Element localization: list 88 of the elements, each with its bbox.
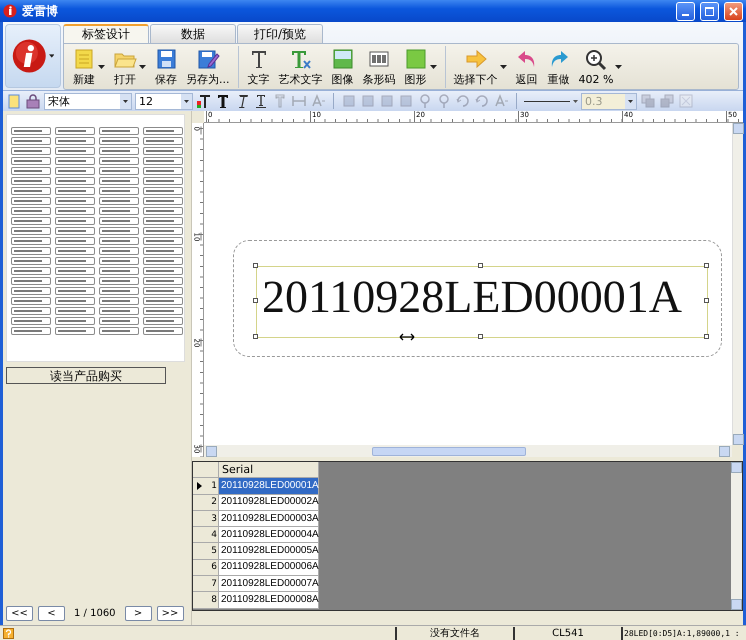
resize-handle[interactable] (253, 334, 258, 339)
ribbon-button[interactable]: 保存 (150, 46, 182, 86)
resize-handle[interactable] (704, 298, 709, 303)
label-text[interactable]: 20110928LED00001A (262, 266, 682, 328)
table-cell[interactable]: 20110928LED00006A (219, 560, 319, 576)
row-number: 4 (193, 527, 219, 544)
printer-status: CL541 (513, 626, 621, 640)
table-cell[interactable]: 20110928LED00003A (219, 510, 319, 528)
ribbon-button[interactable]: 打开 (109, 46, 150, 86)
send-back-icon[interactable] (659, 93, 675, 109)
bring-front-icon[interactable] (640, 93, 656, 109)
ribbon-button[interactable]: 艺术文字 (274, 46, 326, 86)
table-cell[interactable]: 20110928LED00007A (219, 576, 319, 592)
file-name-status: 没有文件名 (395, 626, 513, 640)
bold-icon[interactable] (215, 93, 231, 109)
fit-icon[interactable] (678, 93, 694, 109)
scroll-right-button[interactable] (719, 446, 730, 456)
resize-handle[interactable] (704, 263, 709, 268)
maximize-button[interactable] (700, 2, 719, 20)
scroll-left-button[interactable] (206, 446, 217, 456)
row-number: 1 (193, 478, 219, 495)
ribbon-button[interactable]: 文字 (242, 46, 274, 86)
minimize-icon (682, 14, 689, 16)
minimize-button[interactable] (676, 2, 695, 20)
page-icon (6, 93, 22, 109)
scroll-up-button[interactable] (733, 123, 744, 134)
scrollbar-thumb[interactable] (372, 446, 526, 456)
ribbon-tab[interactable]: 打印/预览 (237, 24, 323, 43)
ribbon-button[interactable]: 返回 (510, 46, 542, 86)
dropdown-caret-icon (628, 100, 633, 102)
next-page-button[interactable]: > (124, 606, 152, 621)
ribbon-button[interactable]: 选择下个 (450, 46, 510, 86)
picture-icon (330, 46, 354, 70)
lock-icon (25, 93, 41, 109)
row-number: 2 (193, 494, 219, 511)
resize-cursor-icon (399, 332, 415, 342)
scroll-down-button[interactable] (731, 599, 742, 610)
app-logo-icon (3, 4, 17, 18)
info-status: 28LED[0:D5]A:1,89000,1 : (621, 626, 746, 640)
resize-handle[interactable] (253, 298, 258, 303)
table-cell[interactable]: 20110928LED00004A (219, 527, 319, 544)
underline-icon[interactable] (253, 93, 269, 109)
application-menu-button[interactable] (5, 24, 61, 88)
row-number: 3 (193, 510, 219, 528)
ribbon-button[interactable]: 条形码 (358, 46, 400, 86)
dropdown-caret-icon (184, 100, 189, 102)
resize-handle[interactable] (478, 263, 483, 268)
font-size-dropdown[interactable]: 12 (135, 92, 193, 110)
ribbon-tab[interactable]: 数据 (150, 24, 236, 43)
row-number: 5 (193, 543, 219, 560)
page-indicator: 1 / 1060 (73, 608, 117, 619)
ribbon-button[interactable]: 402 % (574, 48, 626, 86)
buy-product-button[interactable]: 读当产品购买 (6, 367, 166, 384)
dropdown-caret-icon (48, 54, 54, 58)
row-number: 7 (193, 576, 219, 592)
zoom-icon (584, 48, 608, 72)
scroll-up-button[interactable] (731, 462, 742, 473)
ribbon-tab[interactable]: 标签设计 (63, 24, 149, 43)
window-title: 爱雷博 (22, 2, 59, 20)
font-dropdown[interactable]: 宋体 (44, 92, 132, 110)
ribbon-button[interactable]: 另存为... (182, 46, 234, 86)
help-icon[interactable] (3, 628, 14, 638)
table-cell[interactable]: 20110928LED00002A (219, 494, 319, 511)
row-number: 8 (193, 592, 219, 609)
row-number: 6 (193, 560, 219, 576)
close-icon (729, 6, 738, 16)
last-page-button[interactable]: >> (156, 606, 184, 621)
resize-handle[interactable] (704, 334, 709, 339)
row-header-corner (193, 462, 219, 478)
dropdown-caret-icon (573, 100, 578, 102)
close-button[interactable] (724, 2, 743, 20)
table-cell[interactable]: 20110928LED00008A (219, 592, 319, 609)
ribbon-button[interactable]: 重做 (542, 46, 574, 86)
scroll-down-button[interactable] (733, 434, 744, 445)
dropdown-caret-icon (123, 100, 128, 102)
line-style-sample[interactable] (524, 100, 570, 102)
shape-square-icon (404, 46, 428, 70)
previous-page-button[interactable]: < (38, 606, 65, 621)
maximize-icon (705, 6, 714, 16)
ribbon-button[interactable]: 图形 (400, 46, 440, 86)
resize-handle[interactable] (253, 263, 258, 268)
ribbon-button[interactable]: 新建 (68, 46, 109, 86)
first-page-button[interactable]: << (6, 606, 33, 621)
ribbon-button[interactable]: 图像 (326, 46, 358, 86)
column-header[interactable]: Serial (219, 462, 319, 478)
table-cell[interactable]: 20110928LED00005A (219, 543, 319, 560)
text-color-icon[interactable] (196, 93, 212, 109)
resize-handle[interactable] (478, 334, 483, 339)
